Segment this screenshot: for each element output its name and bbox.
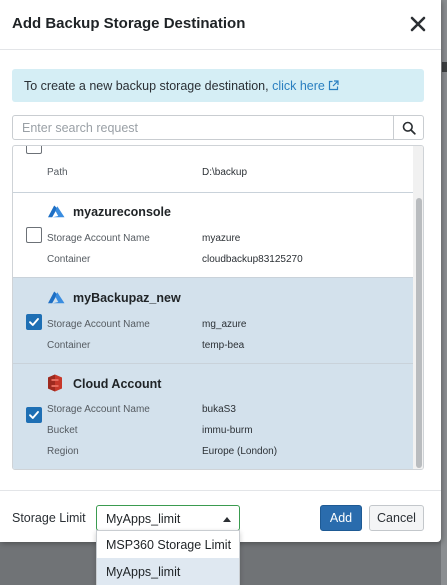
backdrop-strip	[441, 0, 447, 585]
property-label: Storage Account Name	[47, 319, 150, 330]
destination-name: myazureconsole	[73, 205, 171, 219]
storage-limit-selected-value: MyApps_limit	[106, 512, 181, 526]
property-label: Region	[47, 446, 79, 457]
property-value: mg_azure	[202, 319, 247, 330]
destination-item[interactable]: Cloud Account Storage Account Name bukaS…	[13, 364, 413, 469]
search-input[interactable]	[13, 116, 393, 139]
dialog-title: Add Backup Storage Destination	[12, 15, 246, 32]
external-link-icon	[328, 80, 339, 94]
add-backup-storage-dialog: Add Backup Storage Destination To create…	[0, 0, 441, 542]
destination-checkbox[interactable]	[26, 146, 42, 154]
destination-item[interactable]: Path D:\backup	[13, 146, 413, 193]
create-destination-link[interactable]: click here	[272, 79, 339, 93]
info-text: To create a new backup storage destinati…	[24, 79, 273, 93]
create-destination-link-text: click here	[272, 79, 325, 93]
close-icon	[410, 16, 426, 32]
storage-limit-select[interactable]: MyApps_limit	[96, 505, 240, 531]
close-button[interactable]	[406, 12, 430, 36]
property-label: Storage Account Name	[47, 233, 150, 244]
property-value: myazure	[202, 233, 241, 244]
property-label: Bucket	[47, 425, 78, 436]
info-banner: To create a new backup storage destinati…	[12, 69, 424, 102]
dropdown-option[interactable]: MSP360 Storage Limit	[97, 531, 239, 558]
azure-icon	[48, 205, 65, 218]
checkmark-icon	[29, 318, 39, 326]
destination-name: myBackupaz_new	[73, 291, 181, 305]
property-value: Europe (London)	[202, 446, 278, 457]
destination-item[interactable]: myazureconsole Storage Account Name myaz…	[13, 193, 413, 278]
destination-checkbox[interactable]	[26, 227, 42, 243]
destination-list[interactable]: Path D:\backup myazureconsole Storage Ac…	[12, 145, 424, 470]
scrollbar-thumb[interactable]	[416, 198, 422, 468]
property-value: immu-burm	[202, 425, 253, 436]
dialog-header: Add Backup Storage Destination	[0, 0, 441, 50]
property-label: Storage Account Name	[47, 404, 150, 415]
list-scrollbar[interactable]	[413, 146, 423, 469]
storage-limit-label: Storage Limit	[12, 511, 86, 525]
storage-limit-dropdown: MSP360 Storage Limit MyApps_limit	[96, 530, 240, 585]
search-box	[12, 115, 424, 140]
destination-name: Cloud Account	[73, 377, 162, 391]
cancel-button[interactable]: Cancel	[369, 505, 424, 531]
aws-s3-icon	[48, 374, 62, 392]
dropdown-option[interactable]: MyApps_limit	[97, 558, 239, 585]
caret-up-icon	[223, 517, 231, 522]
property-label: Container	[47, 340, 91, 351]
property-value: cloudbackup83125270	[202, 254, 303, 265]
property-label: Container	[47, 254, 91, 265]
azure-icon	[48, 291, 65, 304]
backdrop-control	[442, 62, 447, 72]
property-label: Path	[47, 167, 68, 178]
destination-checkbox[interactable]	[26, 314, 42, 330]
destination-checkbox[interactable]	[26, 407, 42, 423]
checkmark-icon	[29, 411, 39, 419]
property-value: D:\backup	[202, 167, 248, 178]
destination-item[interactable]: myBackupaz_new Storage Account Name mg_a…	[13, 278, 413, 364]
property-value: temp-bea	[202, 340, 245, 351]
search-button[interactable]	[393, 116, 423, 139]
search-icon	[402, 121, 416, 135]
add-button[interactable]: Add	[320, 505, 362, 531]
property-value: bukaS3	[202, 404, 236, 415]
